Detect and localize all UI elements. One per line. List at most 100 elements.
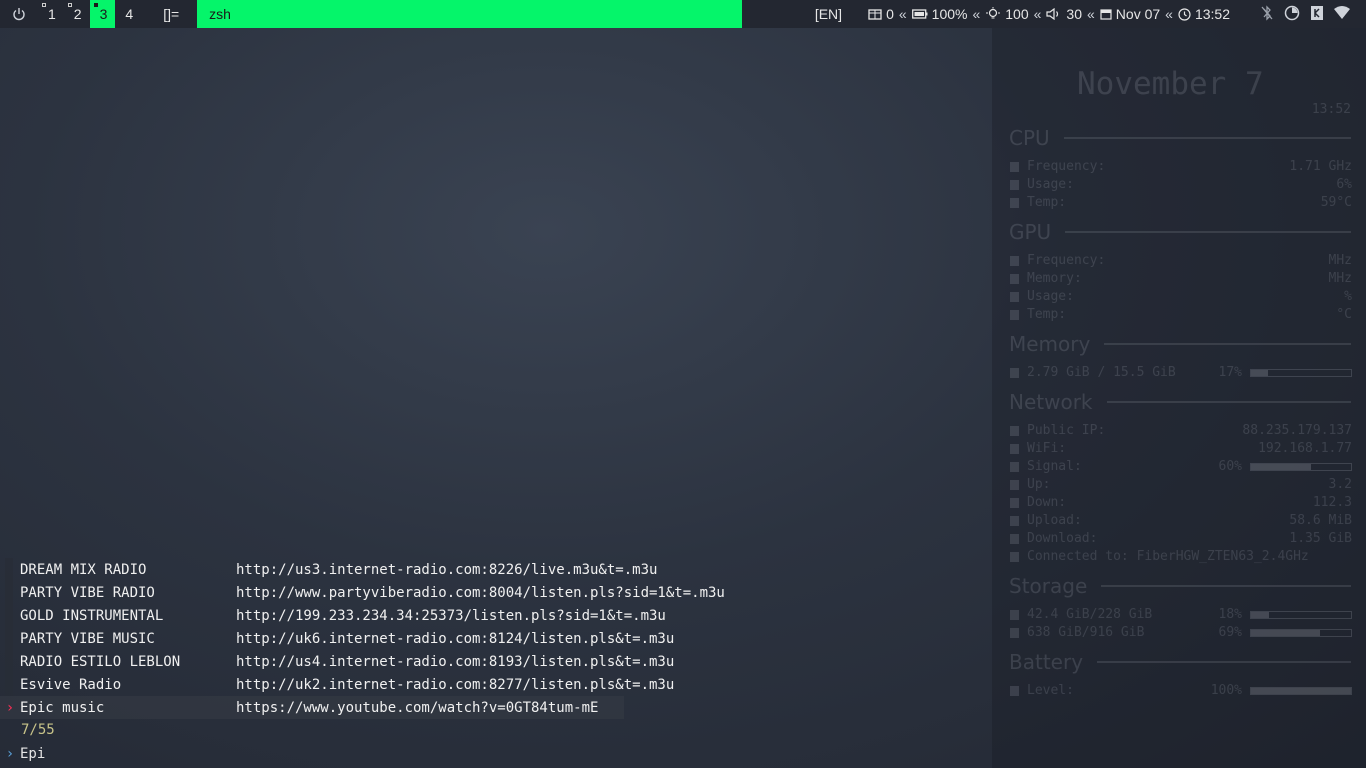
upload-icon bbox=[1010, 515, 1019, 526]
station-url: https://www.youtube.com/watch?v=0GT84tum… bbox=[236, 699, 599, 716]
conky-date: November 7 bbox=[1077, 66, 1264, 102]
layout-indicator[interactable]: []= bbox=[141, 0, 197, 28]
bar-fill bbox=[1251, 463, 1311, 470]
gutter bbox=[5, 673, 13, 696]
gpu-temp-row: Temp: °C bbox=[1010, 307, 1352, 322]
memory-icon bbox=[1010, 367, 1019, 378]
row-label: Temp: bbox=[1027, 307, 1067, 322]
workspace-indicator bbox=[42, 3, 46, 7]
battery-value: 100% bbox=[931, 6, 968, 22]
upload-row: Upload: 58.6 MiB bbox=[1010, 513, 1352, 528]
fzf-list: DREAM MIX RADIO http://us3.internet-radio… bbox=[0, 558, 992, 768]
row-label: Temp: bbox=[1027, 195, 1067, 210]
separator: « bbox=[1165, 6, 1173, 22]
battery-level-row: Level: 100% bbox=[1010, 683, 1352, 698]
workspace-4[interactable]: 4 bbox=[115, 0, 141, 28]
row-label: Download: bbox=[1027, 531, 1098, 546]
row-label: WiFi: bbox=[1027, 441, 1067, 456]
row-value: % bbox=[1344, 289, 1352, 304]
gutter bbox=[5, 627, 13, 650]
bluetooth-off-icon[interactable] bbox=[1260, 4, 1274, 24]
row-value: 88.235.179.137 bbox=[1242, 423, 1352, 438]
gutter bbox=[5, 604, 13, 627]
row-label: Connected to: FiberHGW_ZTEN63_2.4GHz bbox=[1027, 549, 1309, 564]
down-row: Down: 112.3 bbox=[1010, 495, 1352, 510]
signal-icon bbox=[1010, 461, 1019, 472]
memory-bar bbox=[1250, 368, 1352, 377]
list-item[interactable]: DREAM MIX RADIO http://us3.internet-radio… bbox=[0, 558, 992, 581]
row-value: 100% bbox=[1210, 683, 1242, 698]
disk1-row: 42.4 GiB/228 GiB 18% bbox=[1010, 607, 1352, 622]
section-title: Memory bbox=[1009, 332, 1091, 356]
selected-list-item[interactable]: › Epic music https://www.youtube.com/watch… bbox=[0, 696, 624, 719]
divider bbox=[1104, 343, 1351, 345]
brightness-stat: 100 bbox=[985, 6, 1029, 22]
row-label: Usage: bbox=[1027, 177, 1074, 192]
date-value: Nov 07 bbox=[1115, 6, 1161, 22]
bar-fill bbox=[1251, 687, 1351, 694]
list-item[interactable]: GOLD INSTRUMENTAL http://199.233.234.34:2… bbox=[0, 604, 992, 627]
separator: « bbox=[1087, 6, 1095, 22]
row-value: MHz bbox=[1328, 271, 1352, 286]
station-url: http://uk2.internet-radio.com:8277/liste… bbox=[236, 676, 675, 693]
search-query[interactable]: Epi bbox=[20, 746, 45, 762]
station-url: http://www.partyviberadio.com:8004/liste… bbox=[236, 584, 725, 601]
thermometer-icon bbox=[1010, 309, 1019, 320]
divider bbox=[1101, 585, 1351, 587]
section-title: CPU bbox=[1009, 126, 1050, 150]
list-item[interactable]: PARTY VIBE RADIO http://www.partyviberadi… bbox=[0, 581, 992, 604]
prompt-chevron-icon: › bbox=[5, 746, 15, 762]
divider bbox=[1065, 231, 1351, 233]
time-value: 13:52 bbox=[1194, 6, 1230, 22]
keyboard-layout[interactable]: [EN] bbox=[801, 6, 868, 22]
battery-icon bbox=[1010, 685, 1019, 696]
database-icon bbox=[1010, 627, 1019, 638]
separator: « bbox=[1033, 6, 1042, 22]
power-icon[interactable] bbox=[0, 0, 38, 28]
list-item[interactable]: Esvive Radio http://uk2.internet-radio.co… bbox=[0, 673, 992, 696]
row-label: Up: bbox=[1027, 477, 1051, 492]
search-prompt[interactable]: › Epi bbox=[0, 744, 46, 764]
download-icon bbox=[1010, 533, 1019, 544]
rss-icon bbox=[1010, 443, 1019, 454]
list-item[interactable]: PARTY VIBE MUSIC http://uk6.internet-radi… bbox=[0, 627, 992, 650]
divider bbox=[1097, 661, 1351, 663]
conky-time: 13:52 bbox=[1311, 102, 1351, 117]
battery-stat: 100% bbox=[911, 6, 968, 22]
package-icon bbox=[868, 8, 882, 20]
row-label: Down: bbox=[1027, 495, 1067, 510]
workspace-3[interactable]: 3 bbox=[89, 0, 116, 28]
battery-icon bbox=[911, 9, 928, 19]
row-label: Frequency: bbox=[1027, 253, 1106, 268]
brightness-value: 100 bbox=[1005, 6, 1029, 22]
top-bar: 1 2 3 4 []= zsh [EN] 0 « 100% « 100 « 30… bbox=[0, 0, 1366, 28]
chart-icon bbox=[1010, 291, 1019, 302]
up-row: Up: 3.2 bbox=[1010, 477, 1352, 492]
signal-row: Signal: 60% bbox=[1010, 459, 1352, 474]
row-label: Upload: bbox=[1027, 513, 1082, 528]
list-item[interactable]: RADIO ESTILO LEBLON http://us4.internet-r… bbox=[0, 650, 992, 673]
workspace-label: 1 bbox=[48, 6, 56, 22]
bar-fill bbox=[1251, 611, 1269, 618]
row-label: Public IP: bbox=[1027, 423, 1106, 438]
station-url: http://us4.internet-radio.com:8193/liste… bbox=[236, 653, 675, 670]
workspace-2[interactable]: 2 bbox=[64, 0, 90, 28]
row-value: 1.35 GiB bbox=[1289, 531, 1352, 546]
row-value: 192.168.1.77 bbox=[1258, 441, 1352, 456]
row-value: °C bbox=[1336, 307, 1352, 322]
keepass-icon[interactable] bbox=[1310, 5, 1324, 24]
storage-section-title: Storage bbox=[1009, 574, 1351, 598]
cpu-dial-icon[interactable] bbox=[1284, 5, 1300, 24]
section-title: Battery bbox=[1009, 650, 1084, 674]
bar-fill bbox=[1251, 629, 1320, 636]
row-value: 59°C bbox=[1320, 195, 1352, 210]
memory-row: 2.79 GiB / 15.5 GiB 17% bbox=[1010, 365, 1352, 380]
wifi-icon[interactable] bbox=[1334, 5, 1350, 23]
system-tray bbox=[1230, 4, 1366, 24]
workspace-label: 2 bbox=[73, 6, 82, 22]
divider bbox=[1063, 137, 1351, 139]
station-name: PARTY VIBE MUSIC bbox=[20, 630, 155, 647]
workspace-1[interactable]: 1 bbox=[38, 0, 64, 28]
row-value: 112.3 bbox=[1312, 495, 1352, 510]
station-url: http://uk6.internet-radio.com:8124/liste… bbox=[236, 630, 675, 647]
